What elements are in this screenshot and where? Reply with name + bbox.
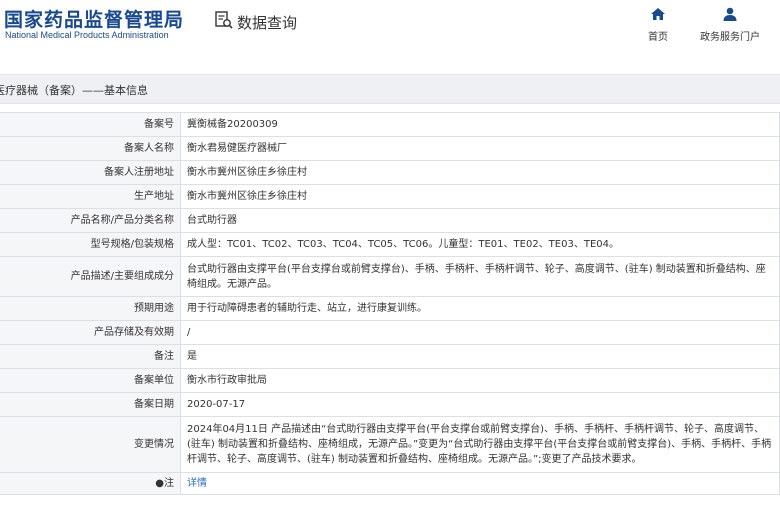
row-label: 产品名称/产品分类名称 bbox=[0, 208, 181, 233]
table-row: 型号规格/包装规格 成人型：TC01、TC02、TC03、TC04、TC05、T… bbox=[0, 232, 780, 257]
table-row: 备案人注册地址 衡水市冀州区徐庄乡徐庄村 bbox=[0, 160, 780, 185]
row-value: 成人型：TC01、TC02、TC03、TC04、TC05、TC06。儿童型：TE… bbox=[180, 232, 780, 257]
table-row: 备案人名称 衡水君易健医疗器械厂 bbox=[0, 136, 780, 161]
data-query-icon bbox=[214, 10, 234, 34]
row-value: 2024年04月11日 产品描述由“台式助行器由支撑平台(平台支撑台或前臂支撑台… bbox=[180, 416, 780, 473]
site-logo-cn[interactable]: 国家药品监督管理局 bbox=[4, 5, 184, 32]
table-row: 备案单位 衡水市行政审批局 bbox=[0, 368, 780, 393]
page-title: 医疗器械（备案）——基本信息 bbox=[0, 84, 148, 97]
row-label: 备注 bbox=[0, 344, 181, 369]
row-value: 衡水市行政审批局 bbox=[180, 368, 780, 393]
row-label: 备案人注册地址 bbox=[0, 160, 181, 185]
row-value: 台式助行器由支撑平台(平台支撑台或前臂支撑台)、手柄、手柄杆、手柄杆调节、轮子、… bbox=[180, 256, 780, 297]
nav-portal-label: 政务服务门户 bbox=[700, 32, 760, 43]
data-query-nav[interactable]: 数据查询 bbox=[214, 10, 297, 34]
row-label: 备案日期 bbox=[0, 392, 181, 417]
row-label: 备案号 bbox=[0, 112, 181, 137]
row-label: 备案人名称 bbox=[0, 136, 181, 161]
row-value: 衡水君易健医疗器械厂 bbox=[180, 136, 780, 161]
row-value: 台式助行器 bbox=[180, 208, 780, 233]
row-value: / bbox=[180, 320, 780, 345]
nav-home[interactable]: 首页 bbox=[648, 6, 668, 43]
row-label: 变更情况 bbox=[0, 416, 181, 473]
table-row: 生产地址 衡水市冀州区徐庄乡徐庄村 bbox=[0, 184, 780, 209]
row-label: 型号规格/包装规格 bbox=[0, 232, 181, 257]
row-label: 预期用途 bbox=[0, 296, 181, 321]
table-row: 预期用途 用于行动障碍患者的辅助行走、站立，进行康复训练。 bbox=[0, 296, 780, 321]
data-query-label: 数据查询 bbox=[237, 13, 298, 32]
nav-home-label: 首页 bbox=[648, 32, 668, 43]
table-row: 产品名称/产品分类名称 台式助行器 bbox=[0, 208, 780, 233]
nav-gov-service-portal[interactable]: 政务服务门户 bbox=[700, 6, 760, 43]
home-icon bbox=[650, 6, 666, 25]
record-detail-table: 备案号 冀衡械备20200309 备案人名称 衡水君易健医疗器械厂 备案人注册地… bbox=[0, 112, 780, 495]
row-label: 生产地址 bbox=[0, 184, 181, 209]
table-row: 备注 是 bbox=[0, 344, 780, 369]
site-header: 国家药品监督管理局 National Medical Products Admi… bbox=[0, 0, 780, 58]
row-value: 冀衡械备20200309 bbox=[180, 112, 780, 137]
note-value: 详情 bbox=[180, 472, 780, 495]
row-label: 产品存储及有效期 bbox=[0, 320, 181, 345]
user-icon bbox=[722, 6, 738, 25]
row-value: 衡水市冀州区徐庄乡徐庄村 bbox=[180, 160, 780, 185]
note-label: ●注 bbox=[0, 472, 181, 495]
details-link[interactable]: 详情 bbox=[187, 478, 207, 489]
row-value: 衡水市冀州区徐庄乡徐庄村 bbox=[180, 184, 780, 209]
row-label: 产品描述/主要组成成分 bbox=[0, 256, 181, 297]
row-value: 是 bbox=[180, 344, 780, 369]
table-row: 产品存储及有效期 / bbox=[0, 320, 780, 345]
row-value: 2020-07-17 bbox=[180, 392, 780, 417]
table-row: ●注 详情 bbox=[0, 472, 780, 495]
site-logo-en: National Medical Products Administration bbox=[5, 30, 169, 40]
row-label: 备案单位 bbox=[0, 368, 181, 393]
table-row: 备案日期 2020-07-17 bbox=[0, 392, 780, 417]
row-value: 用于行动障碍患者的辅助行走、站立，进行康复训练。 bbox=[180, 296, 780, 321]
table-row: 产品描述/主要组成成分 台式助行器由支撑平台(平台支撑台或前臂支撑台)、手柄、手… bbox=[0, 256, 780, 297]
table-row: 备案号 冀衡械备20200309 bbox=[0, 112, 780, 137]
breadcrumb: 医疗器械（备案）——基本信息 bbox=[0, 74, 780, 104]
table-row: 变更情况 2024年04月11日 产品描述由“台式助行器由支撑平台(平台支撑台或… bbox=[0, 416, 780, 473]
